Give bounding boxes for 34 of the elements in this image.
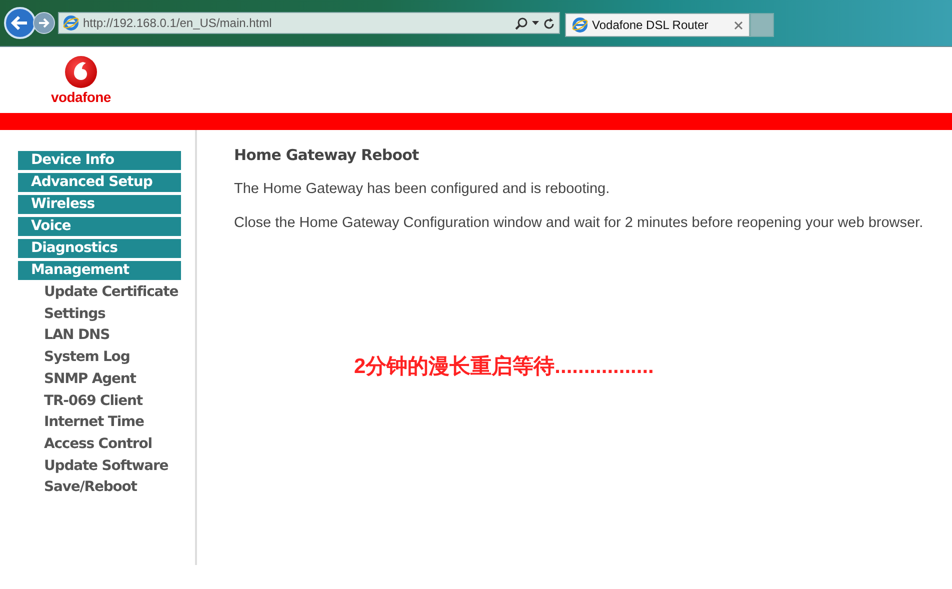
message-text: Close the Home Gateway Configuration window and wait for 2 minutes before reopening your web browser. xyxy=(234,215,924,231)
back-button[interactable] xyxy=(4,7,36,39)
refresh-icon[interactable] xyxy=(543,16,555,30)
search-icon[interactable] xyxy=(515,16,528,30)
message-text: The Home Gateway has been configured and is rebooting. xyxy=(234,181,611,197)
dropdown-caret-icon[interactable] xyxy=(532,21,539,25)
submenu-item[interactable]: Internet Time xyxy=(18,413,144,432)
menu-item[interactable]: Advanced Setup xyxy=(18,173,181,192)
close-icon[interactable] xyxy=(734,20,743,30)
submenu-item[interactable]: System Log xyxy=(18,348,130,367)
logo-text: vodafone xyxy=(51,89,111,105)
submenu-item[interactable]: Update Certificate xyxy=(18,283,178,302)
address-bar[interactable]: http://192.168.0.1/en_US/main.html xyxy=(58,12,560,34)
forward-button[interactable] xyxy=(33,12,55,34)
speech-mark-logo-icon xyxy=(64,55,98,89)
submenu-item[interactable]: LAN DNS xyxy=(18,326,110,346)
page-title: Home Gateway Reboot xyxy=(234,146,420,164)
browser-e-icon xyxy=(572,17,588,33)
submenu-item[interactable]: Settings xyxy=(18,304,106,324)
menu-item[interactable]: Voice xyxy=(18,217,181,236)
right-arrow-icon xyxy=(37,16,51,30)
submenu-item[interactable]: Access Control xyxy=(18,434,152,454)
menu-item[interactable]: Management xyxy=(18,261,181,280)
submenu-item[interactable]: Save/Reboot xyxy=(18,478,137,498)
menu-item[interactable]: Diagnostics xyxy=(18,239,181,258)
menu-item[interactable]: Device Info xyxy=(18,151,181,170)
browser-e-icon xyxy=(63,15,79,31)
url-text: http://192.168.0.1/en_US/main.html xyxy=(83,16,273,30)
annotation-text: 2分钟的漫长重启等待................. xyxy=(354,354,655,380)
submenu-item[interactable]: TR-069 Client xyxy=(18,392,142,410)
submenu-item[interactable]: Update Software xyxy=(18,456,168,476)
submenu-item[interactable]: SNMP Agent xyxy=(18,370,136,389)
menu-item[interactable]: Wireless xyxy=(18,195,181,214)
browser-tab[interactable]: Vodafone DSL Router xyxy=(565,13,750,37)
